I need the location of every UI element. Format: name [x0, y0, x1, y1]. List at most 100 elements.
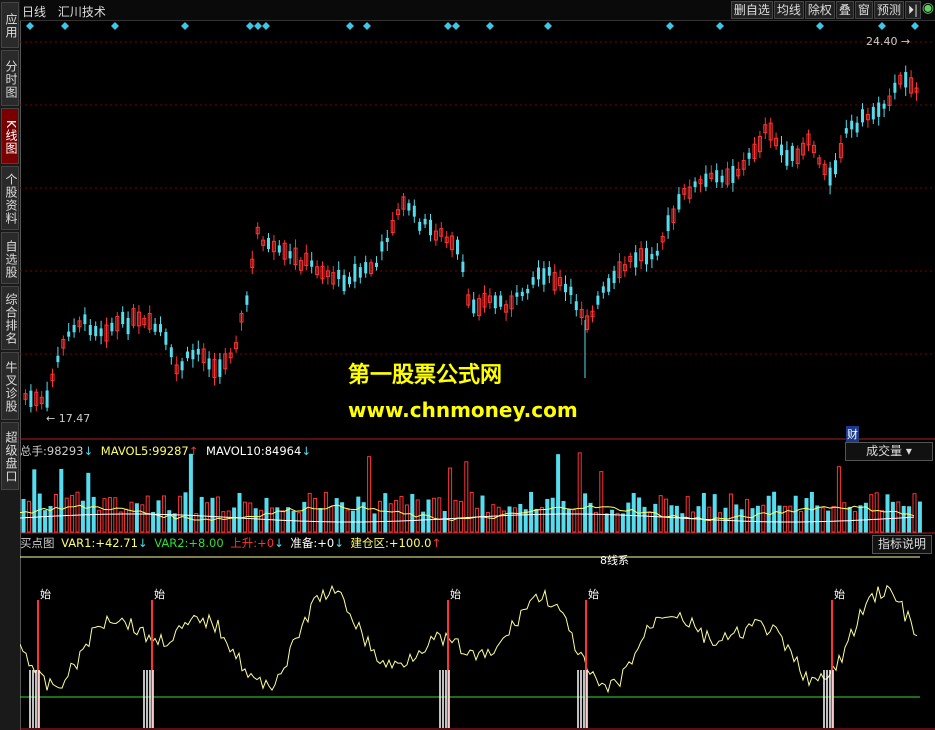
- volume-bar: [842, 502, 847, 533]
- volume-bar: [836, 466, 841, 533]
- jump-end-button[interactable]: ⏵|: [904, 1, 921, 19]
- volume-bar: [286, 507, 291, 533]
- candle-down: [385, 237, 389, 242]
- moving-average-button[interactable]: 均线: [773, 1, 804, 19]
- candle-down: [877, 102, 881, 117]
- volume-bar: [129, 501, 134, 533]
- tab-kline[interactable]: K线图: [1, 108, 19, 164]
- mavol10-value: 84964: [264, 444, 302, 458]
- refresh-icon[interactable]: ◉: [921, 0, 935, 20]
- candle-down: [110, 322, 114, 332]
- candle-down: [871, 106, 875, 120]
- candle-down: [126, 317, 130, 335]
- volume-bar: [561, 500, 566, 533]
- up-arrow-icon: ↑: [431, 536, 442, 550]
- candle-down: [207, 358, 211, 370]
- volume-bar: [86, 472, 91, 533]
- tab-super-panel[interactable]: 超级盘口: [1, 422, 19, 490]
- signal-diamond-icon: [544, 22, 552, 30]
- volume-bar: [323, 491, 328, 533]
- watermark-title: 第一股票公式网: [348, 363, 503, 388]
- volume-bar: [912, 493, 917, 533]
- indicator-top-text: 8线系: [600, 553, 629, 567]
- candle-down: [834, 160, 837, 175]
- candle-down: [159, 324, 162, 333]
- volume-bar: [151, 511, 156, 533]
- candle-down: [407, 203, 411, 211]
- tab-watchlist[interactable]: 自选股: [1, 232, 19, 284]
- ready-label: 准备:: [290, 536, 318, 550]
- candle-down: [456, 239, 459, 255]
- candle-down: [72, 324, 76, 333]
- signal-diamond-icon: [181, 22, 189, 30]
- candle-down: [612, 270, 616, 284]
- candle-down: [564, 283, 567, 293]
- candle-down: [380, 241, 384, 252]
- volume-bar: [788, 505, 793, 533]
- volume-bar: [745, 498, 750, 533]
- candle-down: [218, 359, 222, 377]
- volume-bar: [232, 507, 237, 533]
- volume-bar: [226, 510, 231, 533]
- watermark-url: www.chnmoney.com: [348, 398, 578, 422]
- volume-bar: [43, 510, 48, 533]
- volume-bar: [167, 510, 172, 533]
- volume-bar: [356, 496, 361, 533]
- volume-bar: [599, 471, 604, 533]
- volume-bar: [259, 509, 264, 533]
- finance-badge[interactable]: 财: [846, 426, 859, 442]
- volume-bar: [221, 511, 226, 533]
- indicator-help-button[interactable]: 指标说明: [872, 535, 932, 554]
- tab-stock-info[interactable]: 个股资料: [1, 166, 19, 230]
- var1-value: +42.71: [95, 536, 138, 550]
- ex-rights-button[interactable]: 除权: [804, 1, 835, 19]
- volume-bar: [620, 513, 625, 533]
- volume-bar: [475, 507, 480, 533]
- volume-bar: [604, 513, 609, 533]
- volume-bar: [237, 492, 242, 533]
- signal-diamond-icon: [716, 22, 724, 30]
- remove-watchlist-button[interactable]: 删自选: [730, 1, 773, 19]
- volume-bar: [118, 511, 123, 533]
- down-arrow-icon: ↓: [137, 536, 148, 550]
- volume-bar: [820, 507, 825, 533]
- volume-bar: [448, 467, 453, 533]
- volume-bar: [680, 513, 685, 533]
- chart-title: 日线 汇川技术: [22, 3, 106, 20]
- ready-value: +0: [317, 536, 335, 550]
- volume-bar: [442, 510, 447, 533]
- volume-bar: [313, 497, 318, 533]
- candle-down: [493, 295, 497, 309]
- volume-bar: [329, 506, 334, 533]
- tab-ranking[interactable]: 综合排名: [1, 286, 19, 350]
- volume-bar: [588, 502, 593, 533]
- overlay-button[interactable]: 叠: [835, 1, 854, 19]
- candle-down: [29, 390, 33, 407]
- candle-down: [423, 218, 427, 225]
- tab-intraday[interactable]: 分时图: [1, 50, 19, 106]
- forecast-button[interactable]: 预测: [873, 1, 904, 19]
- candle-down: [472, 299, 476, 314]
- candle-down: [861, 109, 864, 123]
- candle-down: [88, 325, 92, 336]
- signal-diamond-icon: [444, 22, 452, 30]
- tab-diagnosis[interactable]: 牛叉诊股: [1, 352, 19, 420]
- volume-indicator-select[interactable]: 成交量 ▾: [845, 442, 933, 461]
- volume-bar: [896, 501, 901, 533]
- signal-diamond-icon: [262, 22, 270, 30]
- tab-app[interactable]: 应用: [1, 2, 19, 48]
- volume-bar: [853, 510, 858, 533]
- candle-down: [601, 286, 605, 293]
- candle-down: [537, 267, 540, 280]
- volume-bar: [485, 512, 490, 533]
- candle-down: [196, 348, 200, 355]
- signal-diamond-icon: [911, 22, 919, 30]
- volume-bar: [626, 502, 631, 533]
- signal-diamond-icon: [61, 22, 69, 30]
- volume-bar: [97, 509, 102, 533]
- volume-bar: [712, 494, 717, 533]
- candle-down: [731, 165, 735, 183]
- window-button[interactable]: 窗: [854, 1, 873, 19]
- high-price-label: 24.40 →: [866, 35, 911, 48]
- down-arrow-icon: ↓: [83, 444, 94, 458]
